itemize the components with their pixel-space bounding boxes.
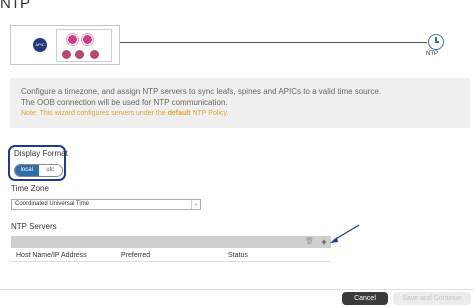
connection-line — [120, 42, 427, 43]
display-format-label: Display Format — [14, 149, 68, 158]
column-header-host[interactable]: Host Name/IP Address — [16, 252, 87, 259]
leaf-node — [75, 50, 84, 59]
save-continue-button[interactable]: Save and Continue — [393, 292, 471, 305]
annotation-arrow — [330, 224, 360, 243]
fabric-box — [56, 29, 112, 62]
info-note: Note: This wizard configures servers und… — [21, 110, 228, 117]
time-zone-label: Time Zone — [11, 184, 49, 193]
cancel-button[interactable]: Cancel — [342, 292, 388, 305]
info-line-2: The OOB connection will be used for NTP … — [21, 98, 228, 107]
leaf-node — [90, 50, 99, 59]
format-option-utc[interactable]: utc — [38, 165, 62, 176]
clock-icon — [428, 34, 444, 50]
ntp-servers-label: NTP Servers — [11, 222, 57, 231]
spine-node — [67, 34, 78, 45]
column-header-preferred[interactable]: Preferred — [121, 252, 150, 259]
topology-diagram: APIC — [10, 25, 120, 65]
time-zone-value: Coordinated Universal Time — [15, 201, 90, 207]
info-panel: Configure a timezone, and assign NTP ser… — [10, 78, 470, 128]
column-header-status[interactable]: Status — [228, 252, 248, 259]
info-line-1: Configure a timezone, and assign NTP ser… — [21, 87, 382, 96]
display-format-group: Display Format local utc — [8, 145, 68, 181]
page-title: NTP — [0, 0, 30, 12]
leaf-node — [62, 50, 71, 59]
footer-divider — [0, 289, 474, 290]
note-suffix: NTP Policy. — [190, 110, 229, 117]
format-option-local[interactable]: local — [15, 165, 39, 176]
ntp-node-label: NTP — [426, 51, 438, 57]
apic-node: APIC — [33, 38, 47, 52]
spine-node — [82, 34, 93, 45]
note-prefix: Note: This wizard configures servers und… — [21, 110, 168, 117]
trash-icon[interactable]: 🗑 — [305, 238, 314, 246]
chevron-down-icon[interactable]: ⌄ — [191, 200, 200, 209]
display-format-toggle[interactable]: local utc — [14, 164, 63, 177]
time-zone-select[interactable]: Coordinated Universal Time ⌄ — [11, 199, 201, 210]
table-toolbar: 🗑 + — [11, 236, 331, 248]
table-header: Host Name/IP Address Preferred Status — [11, 250, 331, 262]
note-bold: default — [167, 110, 191, 117]
